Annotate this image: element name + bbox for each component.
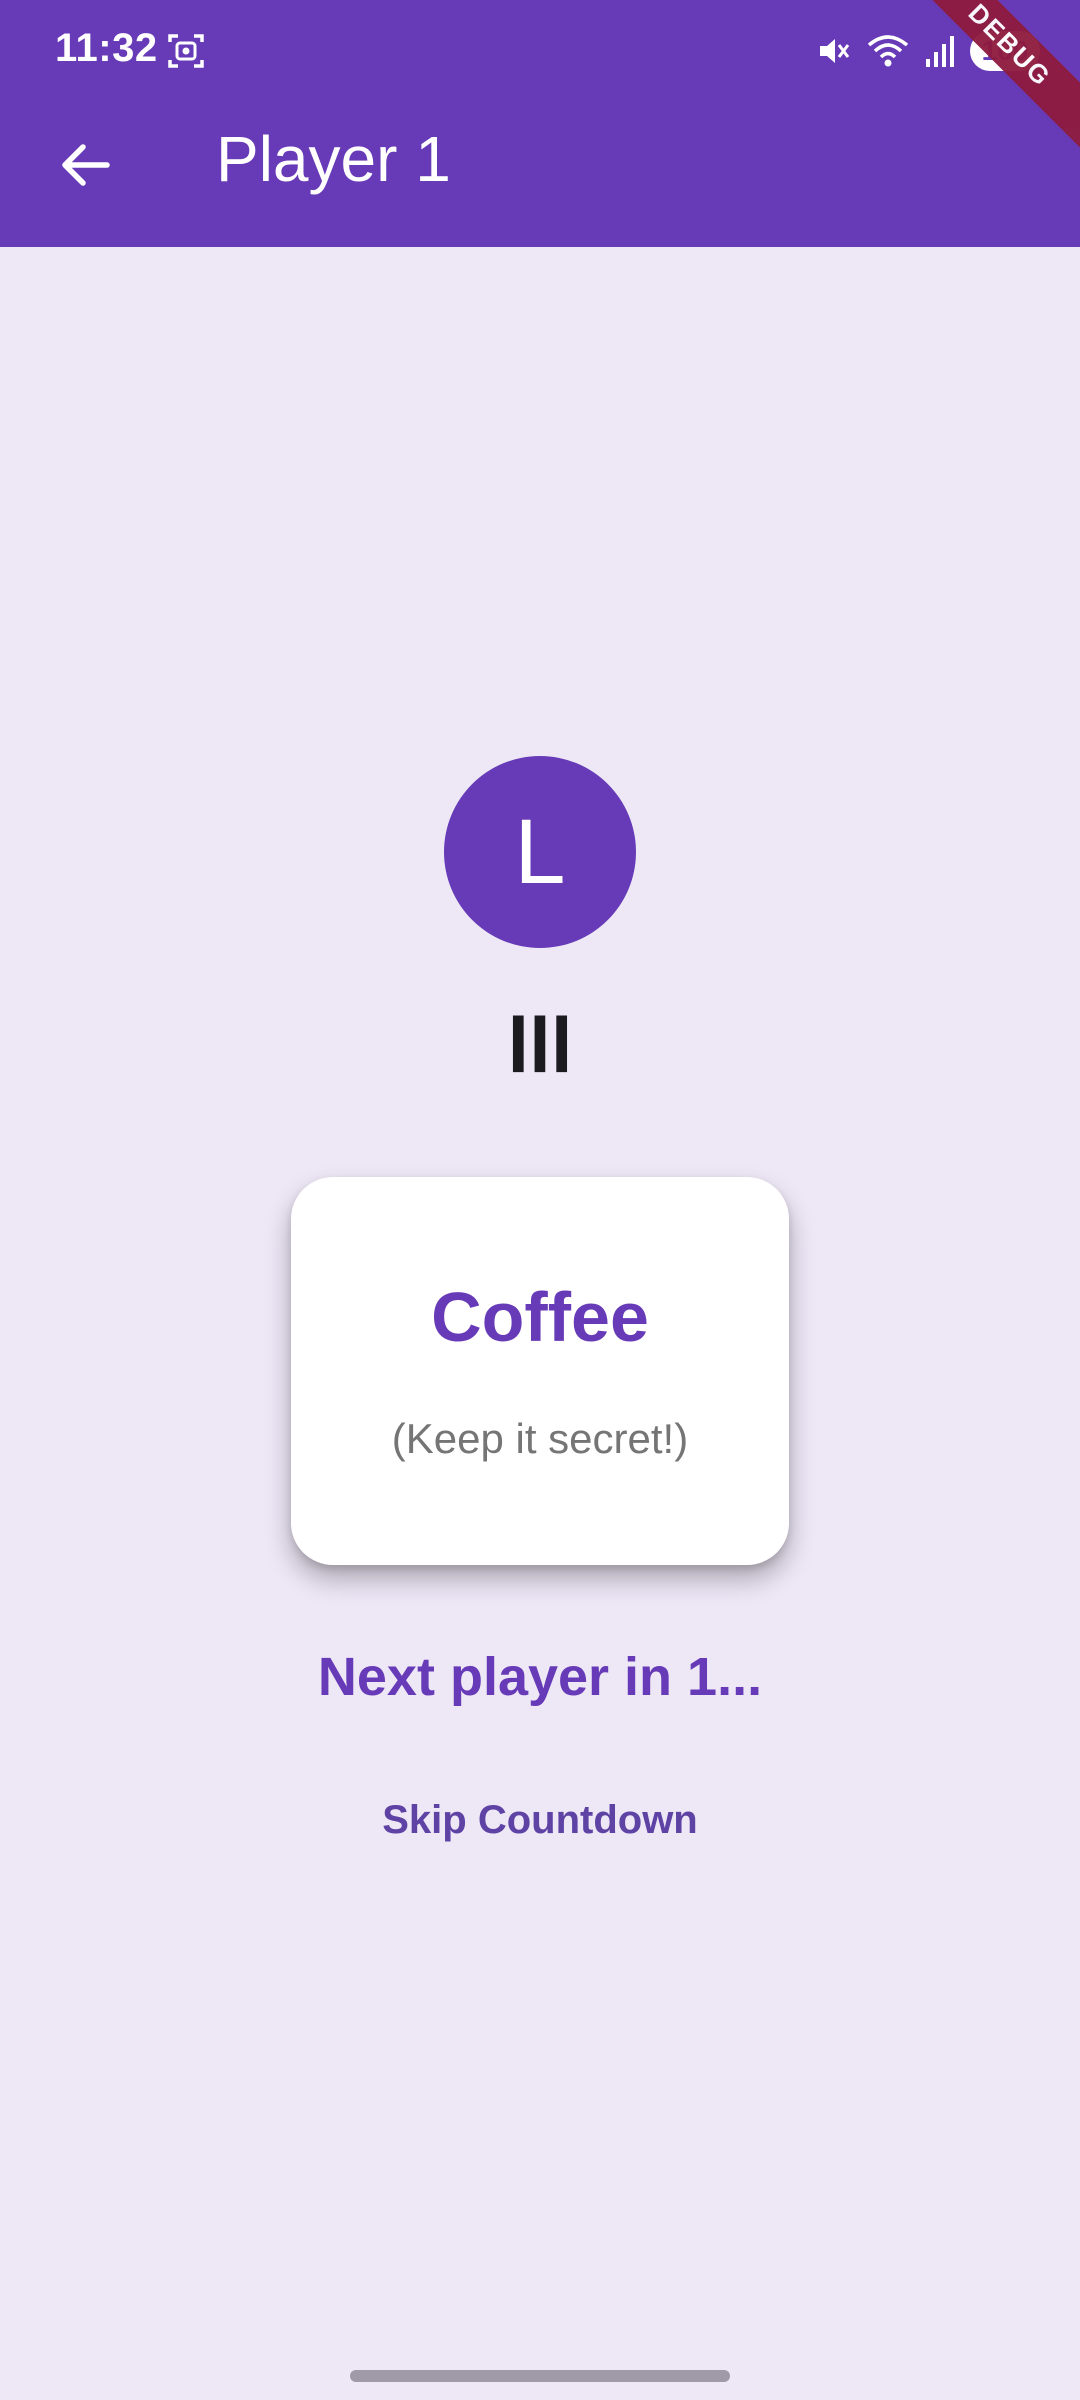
debug-banner: DEBUG [894, 0, 1080, 161]
page-title: Player 1 [216, 123, 451, 195]
secret-hint: (Keep it secret!) [391, 1415, 689, 1462]
avatar: L [444, 756, 636, 948]
wifi-icon [867, 35, 909, 67]
app-bar: 11:32 100 DEBU [0, 0, 1080, 247]
player-reveal-screen: 11:32 100 DEBU [0, 0, 1080, 2400]
secret-word-card: Coffee (Keep it secret!) [291, 1177, 789, 1565]
secret-word: Coffee [431, 1278, 649, 1356]
signal-icon [926, 36, 954, 67]
screenshot-icon [168, 34, 204, 68]
back-button[interactable] [40, 120, 130, 210]
player-name: lll [507, 1001, 573, 1089]
countdown-text: Next player in 1... [317, 1647, 763, 1707]
status-time: 11:32 [55, 26, 158, 70]
arrow-back-icon [62, 144, 110, 186]
skip-countdown-button[interactable]: Skip Countdown [340, 1780, 740, 1860]
mute-icon [820, 39, 850, 63]
home-indicator[interactable] [350, 2370, 730, 2382]
